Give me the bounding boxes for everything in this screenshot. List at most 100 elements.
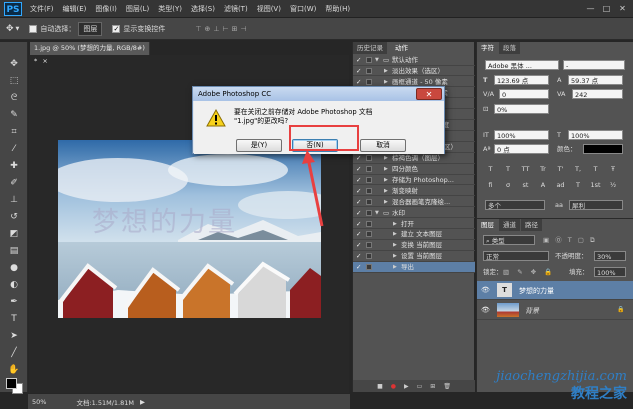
path-select-tool-icon[interactable]: ➤ — [7, 330, 21, 343]
dialog-toggle-box[interactable] — [366, 166, 372, 172]
align-center-icon[interactable]: ⊞ — [232, 25, 241, 33]
collapsed-triangle-icon[interactable]: ▶ — [384, 164, 388, 174]
collapsed-triangle-icon[interactable]: ▶ — [384, 186, 388, 196]
dialog-toggle-box[interactable] — [366, 242, 372, 249]
action-enabled-check-icon[interactable]: ✓ — [356, 175, 361, 185]
layer-filter-select[interactable]: ⌕ 类型 — [483, 235, 535, 245]
play-icon[interactable]: ▶ — [404, 383, 409, 390]
dialog-toggle-box[interactable] — [366, 187, 372, 194]
layer-row-background[interactable]: 👁 背景 🔒 — [477, 301, 633, 320]
dialog-toggle-box[interactable] — [366, 231, 372, 238]
record-icon[interactable]: ● — [391, 383, 396, 390]
close-button[interactable]: ✕ — [616, 3, 629, 14]
menu-item[interactable]: 窗口(W) — [290, 4, 316, 14]
layer-filter-icons[interactable]: ▣ Ⓞ T ▢ ⧉ — [543, 235, 597, 245]
text-color-swatch[interactable] — [583, 144, 623, 154]
stamp-tool-icon[interactable]: ⊥ — [7, 194, 21, 207]
dialog-toggle-box[interactable] — [366, 209, 372, 216]
align-middle-icon[interactable]: ⊕ — [205, 25, 214, 33]
type-style-button[interactable]: TT — [520, 164, 531, 174]
tsume-input[interactable]: 0% — [494, 104, 549, 114]
type-style-button[interactable]: Ŧ — [608, 164, 619, 174]
action-enabled-check-icon[interactable]: ✓ — [356, 164, 361, 174]
menu-item[interactable]: 选择(S) — [191, 4, 215, 14]
menu-item[interactable]: 滤镜(T) — [224, 4, 248, 14]
pen-tool-icon[interactable]: ✒ — [7, 296, 21, 309]
tab-history[interactable]: 历史记录 — [353, 42, 387, 54]
opentype-button[interactable]: A — [538, 180, 549, 190]
collapsed-triangle-icon[interactable]: ▶ — [384, 66, 388, 76]
dodge-tool-icon[interactable]: ◐ — [7, 279, 21, 292]
dialog-toggle-box[interactable] — [366, 78, 372, 85]
layer-name[interactable]: 梦想的力量 — [519, 286, 554, 296]
action-row[interactable]: ✓ ▶ 变换 当前图层 — [353, 240, 475, 251]
dialog-toggle-box[interactable] — [366, 67, 372, 74]
action-row[interactable]: ✓ ▶ 棕褐色调（图层） — [353, 153, 475, 164]
dialog-toggle-box[interactable] — [366, 264, 372, 271]
action-enabled-check-icon[interactable]: ✓ — [356, 197, 361, 207]
blur-tool-icon[interactable]: ● — [7, 262, 21, 275]
action-row[interactable]: ✓ ▶ 打开 — [353, 219, 475, 229]
expanded-triangle-icon[interactable]: ▼ — [375, 55, 379, 65]
document-tab[interactable]: 1.jpg @ 50% (梦想的力量, RGB/8#) * × — [30, 42, 150, 65]
action-row[interactable]: ✓ ▼ ▭ 默认动作 — [353, 55, 475, 66]
history-brush-tool-icon[interactable]: ↺ — [7, 211, 21, 224]
collapsed-triangle-icon[interactable]: ▶ — [393, 229, 397, 239]
document-tab-close-icon[interactable]: × — [42, 57, 47, 65]
tab-layers[interactable]: 图层 — [477, 219, 498, 231]
dialog-toggle-box[interactable] — [366, 220, 372, 227]
eraser-tool-icon[interactable]: ◩ — [7, 228, 21, 241]
tab-character[interactable]: 字符 — [477, 42, 498, 54]
action-row[interactable]: ✓ ▶ 四分颜色 — [353, 164, 475, 175]
eye-icon[interactable]: 👁 — [481, 286, 490, 294]
dialog-toggle-box[interactable] — [366, 253, 372, 260]
font-style-select[interactable]: - — [563, 60, 625, 70]
new-action-icon[interactable]: ⊞ — [430, 383, 435, 390]
dialog-toggle-box[interactable] — [366, 57, 372, 63]
collapsed-triangle-icon[interactable]: ▶ — [384, 175, 388, 185]
expanded-triangle-icon[interactable]: ▼ — [375, 208, 379, 218]
opentype-button[interactable]: ½ — [608, 180, 619, 190]
brush-tool-icon[interactable]: ✐ — [7, 177, 21, 190]
layer-name[interactable]: 背景 — [525, 306, 539, 316]
type-tool-icon[interactable]: T — [7, 313, 21, 326]
opentype-button[interactable]: ad — [555, 180, 566, 190]
blend-mode-select[interactable]: 正常 — [483, 251, 549, 261]
type-style-button[interactable]: T, — [573, 164, 584, 174]
hand-tool-icon[interactable]: ✋ — [7, 364, 21, 377]
type-style-button[interactable]: Tr — [538, 164, 549, 174]
collapsed-triangle-icon[interactable]: ▶ — [393, 219, 397, 229]
tab-paragraph[interactable]: 段落 — [499, 42, 520, 54]
type-style-button[interactable]: T' — [555, 164, 566, 174]
action-row[interactable]: ✓ ▶ 混合器画笔克隆绘... — [353, 197, 475, 208]
eye-icon[interactable]: 👁 — [481, 306, 490, 314]
action-enabled-check-icon[interactable]: ✓ — [356, 240, 361, 250]
menu-item[interactable]: 编辑(E) — [63, 4, 87, 14]
action-enabled-check-icon[interactable]: ✓ — [356, 219, 361, 229]
action-row[interactable]: ✓ ▼ ▭ 水印 — [353, 208, 475, 219]
zoom-level[interactable]: 50% — [32, 398, 46, 406]
action-row[interactable]: ✓ ▶ 渐变映射 — [353, 186, 475, 197]
healing-tool-icon[interactable]: ✚ — [7, 160, 21, 173]
yes-button[interactable]: 是(Y) — [236, 139, 282, 152]
align-left-icon[interactable]: ⊢ — [223, 25, 232, 33]
language-select[interactable]: 多个 — [485, 200, 545, 210]
fill-input[interactable]: 100% — [594, 267, 626, 277]
cancel-button[interactable]: 取消 — [360, 139, 406, 152]
opentype-button[interactable]: 1st — [590, 180, 601, 190]
collapsed-triangle-icon[interactable]: ▶ — [393, 262, 397, 272]
marquee-tool-icon[interactable]: ⬚ — [7, 75, 21, 88]
action-row[interactable]: ✓ ▶ 存储为 Photoshop... — [353, 175, 475, 186]
tracking-input[interactable]: 242 — [572, 89, 623, 99]
opentype-button[interactable]: T — [573, 180, 584, 190]
action-enabled-check-icon[interactable]: ✓ — [356, 251, 361, 261]
action-enabled-check-icon[interactable]: ✓ — [356, 229, 361, 239]
new-set-icon[interactable]: ▭ — [417, 383, 423, 390]
dialog-toggle-box[interactable] — [366, 198, 372, 205]
type-style-button[interactable]: T — [590, 164, 601, 174]
menu-item[interactable]: 类型(Y) — [158, 4, 182, 14]
opentype-button[interactable]: fi — [485, 180, 496, 190]
watermark-text-layer[interactable]: 梦想的力量 — [92, 200, 237, 239]
gradient-tool-icon[interactable]: ▤ — [7, 245, 21, 258]
opacity-input[interactable]: 30% — [594, 251, 626, 261]
